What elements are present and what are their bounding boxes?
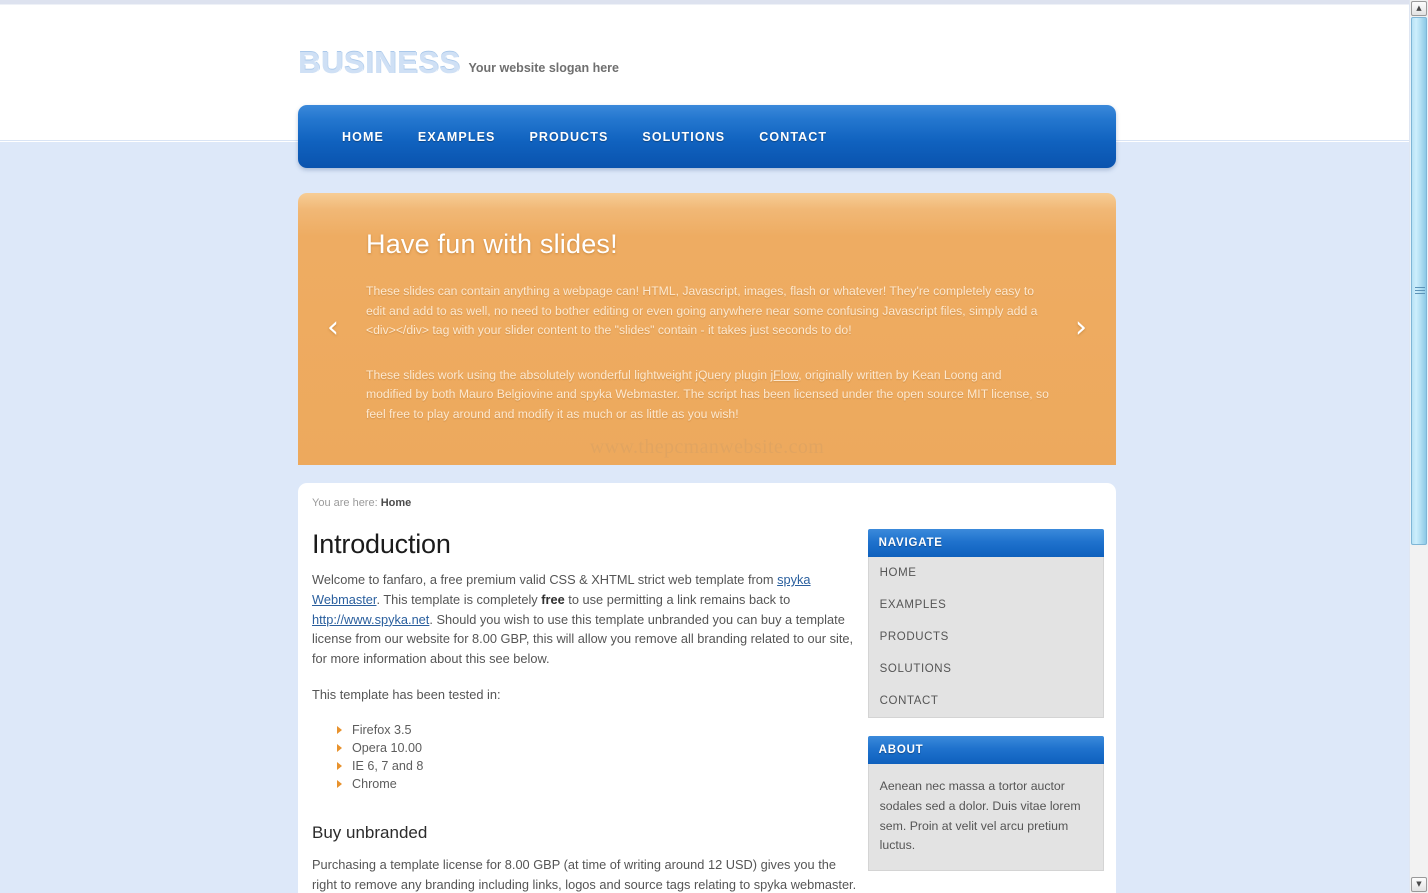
content-panel: You are here: Home Introduction Welcome … xyxy=(298,483,1116,893)
list-item: Opera 10.00 xyxy=(334,739,858,757)
browser-viewport: BUSINESS Your website slogan here HOME E… xyxy=(0,0,1428,893)
nav-link-products[interactable]: PRODUCTS xyxy=(512,124,625,150)
slider-panel: ‹ › Have fun with slides! These slides c… xyxy=(298,193,1116,465)
intro-text-b: . This template is completely xyxy=(376,591,542,607)
nav-item-contact[interactable]: CONTACT xyxy=(742,124,844,150)
scroll-up-arrow-icon[interactable]: ▲ xyxy=(1411,1,1427,16)
main-nav-list: HOME EXAMPLES PRODUCTS SOLUTIONS CONTACT xyxy=(325,124,844,150)
intro-text-a: Welcome to fanfaro, a free premium valid… xyxy=(312,572,778,587)
breadcrumb-prefix: You are here: xyxy=(312,497,378,509)
sidebar-link-solutions[interactable]: SOLUTIONS xyxy=(869,653,1103,685)
page-title: Introduction xyxy=(312,529,451,559)
nav-link-contact[interactable]: CONTACT xyxy=(742,124,844,150)
tested-browsers-list: Firefox 3.5 Opera 10.00 IE 6, 7 and 8 Ch… xyxy=(334,721,858,793)
nav-item-home[interactable]: HOME xyxy=(325,124,401,150)
scrollbar-track-lower[interactable] xyxy=(1410,547,1428,877)
list-item: IE 6, 7 and 8 xyxy=(334,757,858,775)
vertical-scrollbar[interactable]: ▲ ▼ xyxy=(1409,0,1428,893)
intro-paragraph: Welcome to fanfaro, a free premium valid… xyxy=(312,570,858,669)
nav-link-solutions[interactable]: SOLUTIONS xyxy=(625,124,742,150)
sidebar-item-solutions[interactable]: SOLUTIONS xyxy=(869,653,1103,685)
breadcrumb-current[interactable]: Home xyxy=(381,497,412,509)
intro-text-c: to use permitting a link remains back to xyxy=(564,591,791,607)
widget-navigate-title: NAVIGATE xyxy=(867,529,1104,557)
jflow-link[interactable]: jFlow xyxy=(770,368,798,382)
nav-link-home[interactable]: HOME xyxy=(325,124,401,150)
slider-prev-arrow-icon[interactable]: ‹ xyxy=(316,311,350,345)
nav-item-products[interactable]: PRODUCTS xyxy=(512,124,625,150)
widget-about-body: Aenean nec massa a tortor auctor sodales… xyxy=(867,764,1104,872)
nav-item-examples[interactable]: EXAMPLES xyxy=(401,124,513,150)
widget-about-title: ABOUT xyxy=(867,736,1104,764)
buy-unbranded-paragraph: Purchasing a template license for 8.00 G… xyxy=(312,856,857,892)
widget-navigate: NAVIGATE HOME EXAMPLES PRODUCTS SOLUTION… xyxy=(867,529,1104,718)
slide-p2-text-a: These slides work using the absolutely w… xyxy=(366,367,771,382)
sidebar-nav-list: HOME EXAMPLES PRODUCTS SOLUTIONS CONTACT xyxy=(869,557,1103,717)
slider-next-arrow-icon[interactable]: › xyxy=(1064,311,1098,345)
sidebar-link-contact[interactable]: CONTACT xyxy=(869,685,1103,717)
nav-item-solutions[interactable]: SOLUTIONS xyxy=(625,124,742,150)
list-item: Chrome xyxy=(334,775,858,793)
sidebar-item-contact[interactable]: CONTACT xyxy=(869,685,1103,717)
scrollbar-grip-icon xyxy=(1415,287,1425,295)
nav-link-examples[interactable]: EXAMPLES xyxy=(401,124,513,150)
scroll-down-arrow-icon[interactable]: ▼ xyxy=(1411,877,1427,892)
about-text: Aenean nec massa a tortor auctor sodales… xyxy=(879,779,1081,853)
sidebar-item-examples[interactable]: EXAMPLES xyxy=(869,589,1103,621)
website-page: BUSINESS Your website slogan here HOME E… xyxy=(0,5,1409,893)
slide-title: Have fun with slides! xyxy=(366,229,618,259)
sidebar: NAVIGATE HOME EXAMPLES PRODUCTS SOLUTION… xyxy=(867,529,1104,893)
list-item: Firefox 3.5 xyxy=(334,721,858,739)
buy-unbranded-heading: Buy unbranded xyxy=(312,822,428,842)
sidebar-link-home[interactable]: HOME xyxy=(869,557,1103,589)
content-columns: Introduction Welcome to fanfaro, a free … xyxy=(310,529,1104,893)
slide-paragraph-1: These slides can contain anything a webp… xyxy=(366,284,1038,338)
sidebar-link-examples[interactable]: EXAMPLES xyxy=(869,589,1103,621)
scrollbar-thumb[interactable] xyxy=(1411,17,1427,545)
slide-content: Have fun with slides! These slides can c… xyxy=(366,229,1050,450)
intro-bold-free: free xyxy=(541,591,565,607)
spyka-net-link[interactable]: http://www.spyka.net xyxy=(312,612,429,627)
slide-paragraph-2: These slides work using the absolutely w… xyxy=(366,366,1050,425)
sidebar-item-products[interactable]: PRODUCTS xyxy=(869,621,1103,653)
main-navigation: HOME EXAMPLES PRODUCTS SOLUTIONS CONTACT xyxy=(298,105,1116,168)
sidebar-link-products[interactable]: PRODUCTS xyxy=(869,621,1103,653)
main-column: Introduction Welcome to fanfaro, a free … xyxy=(310,529,858,893)
brand-header: BUSINESS Your website slogan here xyxy=(298,37,1116,81)
widget-about: ABOUT Aenean nec massa a tortor auctor s… xyxy=(867,736,1104,872)
breadcrumb: You are here: Home xyxy=(310,497,1104,509)
widget-navigate-body: HOME EXAMPLES PRODUCTS SOLUTIONS CONTACT xyxy=(867,557,1104,718)
site-watermark: www.thepcmanwebsite.com xyxy=(589,436,825,458)
tested-intro-text: This template has been tested in: xyxy=(312,686,501,702)
sidebar-item-home[interactable]: HOME xyxy=(869,557,1103,589)
site-slogan: Your website slogan here xyxy=(468,61,619,75)
site-logo[interactable]: BUSINESS xyxy=(298,47,460,81)
